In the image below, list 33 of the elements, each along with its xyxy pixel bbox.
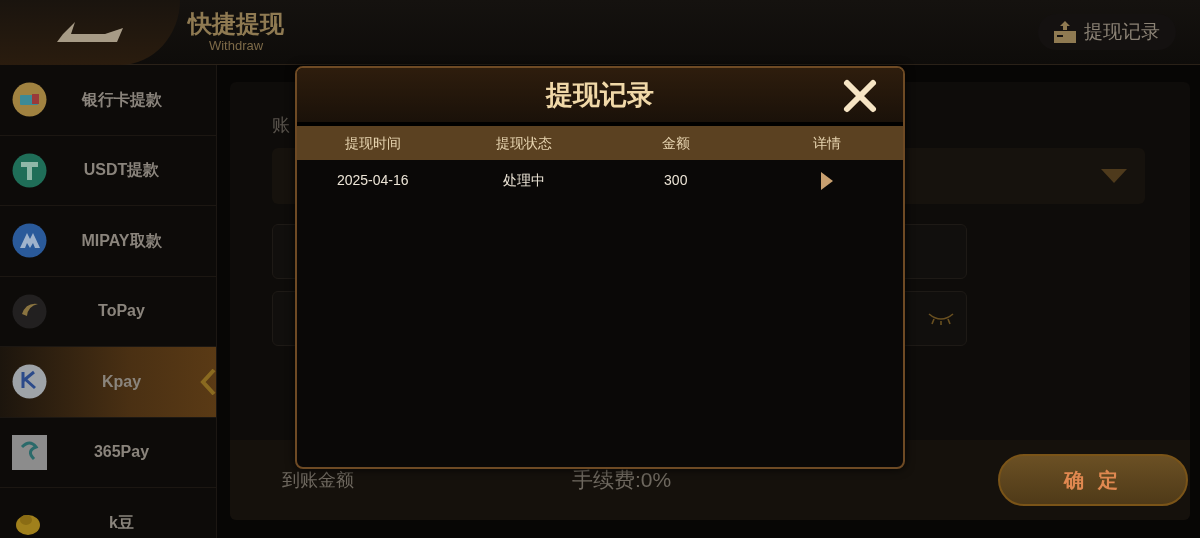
sidebar-item[interactable]: MIPAY取款	[0, 206, 216, 277]
field-label: 账	[272, 116, 291, 134]
sidebar-item[interactable]: Kpay	[0, 347, 216, 418]
sidebar-item[interactable]: 365Pay	[0, 417, 216, 488]
close-button[interactable]	[841, 77, 879, 115]
page-subtitle: Withdraw	[207, 39, 265, 52]
table-cell-text: 300	[663, 170, 689, 190]
fee-text: 手续费:0%	[572, 467, 673, 494]
eye-closed-icon[interactable]	[928, 311, 954, 326]
column-header: 金额	[660, 133, 691, 153]
close-icon	[841, 77, 879, 115]
table-cell-text: 2025-04-16	[335, 170, 410, 190]
sidebar-item[interactable]: 银行卡提款	[0, 65, 216, 136]
letter-logo-icon	[12, 364, 47, 400]
play-arrow-icon[interactable]	[821, 171, 834, 190]
column-header: 提现时间	[343, 133, 402, 153]
selected-chevron-icon	[200, 369, 216, 395]
table-cell-text: 处理中	[502, 170, 547, 190]
sidebar-item[interactable]: USDT提款	[0, 135, 216, 206]
page-title: 快捷提现	[188, 12, 284, 36]
tether-coin-icon	[12, 152, 47, 188]
inbox-upload-icon	[1054, 21, 1076, 43]
confirm-button[interactable]: 确 定	[998, 454, 1188, 506]
dialog-title: 提现记录	[546, 78, 654, 112]
dropdown-caret-icon	[1101, 169, 1127, 183]
column-header: 提现状态	[495, 133, 554, 153]
bank-card-icon	[12, 82, 47, 118]
sidebar-item[interactable]: k豆	[0, 488, 216, 538]
swirl-logo-icon	[12, 434, 47, 470]
amount-label: 到账金额	[282, 468, 355, 492]
column-header: 详情	[812, 133, 843, 153]
swoosh-logo-icon	[12, 293, 47, 329]
mountain-logo-icon	[12, 223, 47, 259]
